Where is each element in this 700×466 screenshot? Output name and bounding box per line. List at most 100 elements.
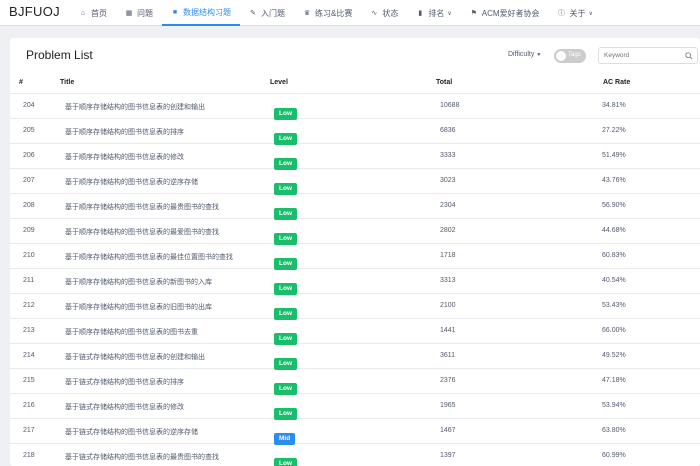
problem-id: 215 <box>23 377 35 384</box>
problem-ac-rate: 63.80% <box>602 427 626 434</box>
table-row[interactable]: 209 基于顺序存储结构的图书信息表的最爱图书的查找 2802 44.68% Low <box>10 219 700 245</box>
problem-total: 1718 <box>440 252 456 259</box>
problem-id: 208 <box>23 202 35 209</box>
problem-total: 3313 <box>440 277 456 284</box>
brand-logo[interactable]: BJFUOJ <box>9 4 60 19</box>
problem-id: 217 <box>23 427 35 434</box>
tags-toggle[interactable]: Tags <box>554 49 586 63</box>
problem-title-link[interactable]: 基于链式存储结构的图书信息表的排序 <box>65 377 184 387</box>
problem-ac-rate: 53.43% <box>602 302 626 309</box>
table-row[interactable]: 218 基于链式存储结构的图书信息表的最贵图书的查找 1397 60.99% Low <box>10 444 700 466</box>
difficulty-dropdown[interactable]: Difficulty ▼ <box>508 51 541 58</box>
problem-id: 212 <box>23 302 35 309</box>
table-row[interactable]: 207 基于顺序存储结构的图书信息表的逆序存储 3023 43.76% Low <box>10 169 700 195</box>
problem-title-link[interactable]: 基于链式存储结构的图书信息表的逆序存储 <box>65 427 198 437</box>
problem-total: 2376 <box>440 377 456 384</box>
nav-item-1[interactable]: ▦ 问题 <box>116 0 162 26</box>
search-icon[interactable] <box>685 52 693 60</box>
problem-id: 206 <box>23 152 35 159</box>
flag-icon: ⚑ <box>470 10 477 17</box>
problem-ac-rate: 51.49% <box>602 152 626 159</box>
problem-ac-rate: 53.94% <box>602 402 626 409</box>
problem-id: 211 <box>23 277 35 284</box>
info-icon: ⓘ <box>558 10 566 17</box>
table-row[interactable]: 206 基于顺序存储结构的图书信息表的修改 3333 51.49% Low <box>10 144 700 170</box>
table-row[interactable]: 213 基于顺序存储结构的图书信息表的图书去重 1441 66.00% Low <box>10 319 700 345</box>
problem-id: 213 <box>23 327 35 334</box>
table-body: 204 基于顺序存储结构的图书信息表的创建和输出 10688 34.81% Low 205… <box>10 94 700 466</box>
problem-title-link[interactable]: 基于链式存储结构的图书信息表的修改 <box>65 402 184 412</box>
problem-id: 210 <box>23 252 35 259</box>
tags-toggle-label: Tags <box>568 52 581 58</box>
problem-total: 3023 <box>440 177 456 184</box>
table-header: # Title Level Total AC Rate <box>10 72 700 94</box>
problem-title-link[interactable]: 基于顺序存储结构的图书信息表的最贵图书的查找 <box>65 202 219 212</box>
table-row[interactable]: 216 基于链式存储结构的图书信息表的修改 1965 53.94% Low <box>10 394 700 420</box>
nav-item-5[interactable]: ∿ 状态 <box>361 0 407 26</box>
problem-title-link[interactable]: 基于顺序存储结构的图书信息表的最佳位置图书的查找 <box>65 252 233 262</box>
problem-title-link[interactable]: 基于链式存储结构的图书信息表的最贵图书的查找 <box>65 452 219 462</box>
problem-id: 216 <box>23 402 35 409</box>
problem-title-link[interactable]: 基于顺序存储结构的图书信息表的修改 <box>65 152 184 162</box>
table-row[interactable]: 204 基于顺序存储结构的图书信息表的创建和输出 10688 34.81% Low <box>10 94 700 120</box>
problem-title-link[interactable]: 基于顺序存储结构的图书信息表的排序 <box>65 127 184 137</box>
nav-menu: ⌂ 首页 ▦ 问题 ■ 数据结构习题 ✎ 入门题 ♛ 练习&比赛 ∿ 状态 ▮ 排名 ∨ ⚑ ACM爱好者协会 ⓘ… <box>70 0 602 26</box>
problem-title-link[interactable]: 基于顺序存储结构的图书信息表的新图书的入库 <box>65 277 212 287</box>
problem-title-link[interactable]: 基于链式存储结构的图书信息表的创建和输出 <box>65 352 205 362</box>
column-header-total: Total <box>436 79 453 86</box>
problem-ac-rate: 49.52% <box>602 352 626 359</box>
problem-ac-rate: 40.54% <box>602 277 626 284</box>
problem-title-link[interactable]: 基于顺序存储结构的图书信息表的最爱图书的查找 <box>65 227 219 237</box>
nav-item-label: 首页 <box>91 8 107 18</box>
nav-item-2[interactable]: ■ 数据结构习题 <box>162 0 240 26</box>
problem-id: 205 <box>23 127 35 134</box>
problem-total: 10688 <box>440 102 460 109</box>
problem-total: 1467 <box>440 427 456 434</box>
problem-total: 2802 <box>440 227 456 234</box>
table-row[interactable]: 210 基于顺序存储结构的图书信息表的最佳位置图书的查找 1718 60.83% Low <box>10 244 700 270</box>
nav-item-6[interactable]: ▮ 排名 ∨ <box>407 0 460 26</box>
table-row[interactable]: 212 基于顺序存储结构的图书信息表的旧图书的出库 2100 53.43% Low <box>10 294 700 320</box>
problem-ac-rate: 34.81% <box>602 102 626 109</box>
problem-ac-rate: 60.83% <box>602 252 626 259</box>
problem-ac-rate: 43.76% <box>602 177 626 184</box>
table-row[interactable]: 208 基于顺序存储结构的图书信息表的最贵图书的查找 2304 56.90% Low <box>10 194 700 220</box>
nav-item-7[interactable]: ⚑ ACM爱好者协会 <box>461 0 549 26</box>
problem-total: 6836 <box>440 127 456 134</box>
problem-id: 214 <box>23 352 35 359</box>
problem-title-link[interactable]: 基于顺序存储结构的图书信息表的图书去重 <box>65 327 198 337</box>
table-row[interactable]: 214 基于链式存储结构的图书信息表的创建和输出 3611 49.52% Low <box>10 344 700 370</box>
grid-icon: ▦ <box>125 10 133 17</box>
nav-item-3[interactable]: ✎ 入门题 <box>240 0 294 26</box>
problem-total: 2304 <box>440 202 456 209</box>
keyword-search-input[interactable] <box>598 47 698 64</box>
problem-list-card: Problem List Difficulty▼ Tags # Title Le… <box>10 38 700 466</box>
table-row[interactable]: 211 基于顺序存储结构的图书信息表的新图书的入库 3313 40.54% Low <box>10 269 700 295</box>
problem-id: 207 <box>23 177 35 184</box>
table-row[interactable]: 215 基于链式存储结构的图书信息表的排序 2376 47.18% Low <box>10 369 700 395</box>
nav-item-label: 入门题 <box>261 8 285 18</box>
problem-total: 1441 <box>440 327 456 334</box>
difficulty-label: Difficulty <box>508 51 535 58</box>
level-badge: Low <box>274 458 297 466</box>
pencil-icon: ✎ <box>250 10 256 17</box>
nav-item-4[interactable]: ♛ 练习&比赛 <box>294 0 361 26</box>
nav-item-label: 练习&比赛 <box>315 8 353 18</box>
problem-title-link[interactable]: 基于顺序存储结构的图书信息表的创建和输出 <box>65 102 205 112</box>
nav-item-label: 数据结构习题 <box>183 7 231 17</box>
table-row[interactable]: 217 基于链式存储结构的图书信息表的逆序存储 1467 63.80% Mid <box>10 419 700 445</box>
nav-item-0[interactable]: ⌂ 首页 <box>70 0 116 26</box>
pulse-icon: ∿ <box>371 10 378 17</box>
problem-total: 1965 <box>440 402 456 409</box>
nav-item-8[interactable]: ⓘ 关于 ∨ <box>549 0 602 26</box>
problem-total: 3333 <box>440 152 456 159</box>
problem-total: 1397 <box>440 452 456 459</box>
problem-title-link[interactable]: 基于顺序存储结构的图书信息表的逆序存储 <box>65 177 198 187</box>
problem-ac-rate: 56.90% <box>602 202 626 209</box>
column-header-level: Level <box>270 79 288 86</box>
problem-title-link[interactable]: 基于顺序存储结构的图书信息表的旧图书的出库 <box>65 302 212 312</box>
table-row[interactable]: 205 基于顺序存储结构的图书信息表的排序 6836 27.22% Low <box>10 119 700 145</box>
book-icon: ■ <box>172 8 178 16</box>
problem-ac-rate: 60.99% <box>602 452 626 459</box>
problem-total: 3611 <box>440 352 456 359</box>
